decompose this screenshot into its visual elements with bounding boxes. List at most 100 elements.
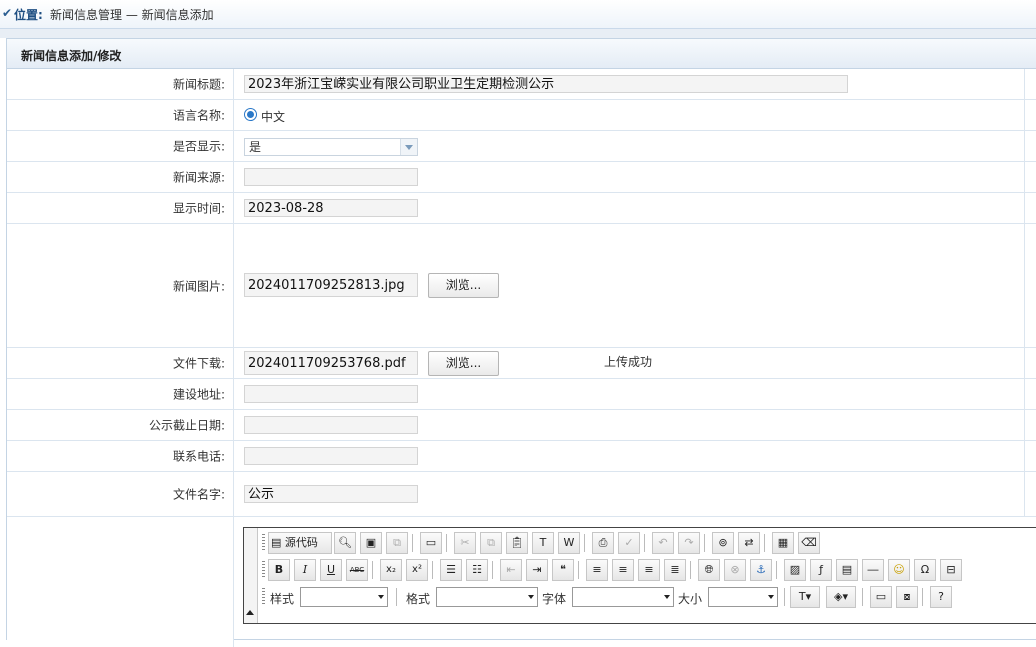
print-icon[interactable]: ⎙ xyxy=(592,532,614,554)
select-all-icon[interactable]: ▦ xyxy=(772,532,794,554)
format-label: 格式 xyxy=(406,592,431,606)
show-blocks-icon[interactable]: ⧇ xyxy=(896,586,918,608)
chevron-down-icon[interactable] xyxy=(400,139,417,155)
show-select-value: 是 xyxy=(249,140,262,154)
toolbar-grip[interactable] xyxy=(262,534,265,552)
panel-header: 新闻信息添加/修改 xyxy=(7,39,1036,69)
toolbar-grip[interactable] xyxy=(262,588,265,606)
location-bar: ✔ 位置: 新闻信息管理 — 新闻信息添加 xyxy=(0,0,1036,29)
size-label: 大小 xyxy=(678,592,703,606)
text-color-icon[interactable]: T▾ xyxy=(790,586,820,608)
replace-icon[interactable]: ⇄ xyxy=(738,532,760,554)
source-input[interactable] xyxy=(244,168,418,186)
link-icon[interactable]: 🌐︎ xyxy=(698,559,720,581)
templates-icon[interactable]: ⧉ xyxy=(386,532,408,554)
smiley-icon[interactable]: ☺ xyxy=(888,559,910,581)
phone-label: 联系电话: xyxy=(172,449,225,464)
row-language: 语言名称: 中文 xyxy=(7,100,1036,131)
subscript-button[interactable]: x₂ xyxy=(380,559,402,581)
row-source: 新闻来源: xyxy=(7,162,1036,193)
file-browse-button[interactable]: 浏览... xyxy=(428,351,499,376)
horizontal-rule-icon[interactable]: ― xyxy=(862,559,884,581)
filename-input[interactable]: 公示 xyxy=(244,485,418,503)
image-label: 新闻图片: xyxy=(172,279,225,293)
preview-icon[interactable]: 🔍︎ xyxy=(334,532,356,554)
date-input[interactable]: 2023-08-28 xyxy=(244,199,418,217)
source-button[interactable]: ▤ 源代码 xyxy=(268,532,332,554)
bold-button[interactable]: B xyxy=(268,559,290,581)
image-file-input[interactable]: 202401170925281​3.jpg xyxy=(244,273,418,297)
row-file: 文件下载: 202401170925376​8.pdf 浏览... 上传成功 xyxy=(7,348,1036,379)
source-label: 新闻来源: xyxy=(172,170,225,185)
copy-icon[interactable]: ⧉ xyxy=(480,532,502,554)
undo-icon[interactable]: ↶ xyxy=(652,532,674,554)
collapse-toolbar-icon[interactable] xyxy=(244,528,258,623)
image-browse-button[interactable]: 浏览... xyxy=(428,273,499,298)
special-char-icon[interactable]: Ω xyxy=(914,559,936,581)
unlink-icon[interactable]: ⊗ xyxy=(724,559,746,581)
style-select[interactable] xyxy=(300,587,388,607)
save-icon[interactable]: ▣ xyxy=(360,532,382,554)
align-center-icon[interactable]: ≡ xyxy=(612,559,634,581)
paste-word-icon[interactable]: W xyxy=(558,532,580,554)
superscript-button[interactable]: x² xyxy=(406,559,428,581)
redo-icon[interactable]: ↷ xyxy=(678,532,700,554)
align-right-icon[interactable]: ≡ xyxy=(638,559,660,581)
deadline-input[interactable] xyxy=(244,416,418,434)
location-label: 位置: xyxy=(14,8,43,22)
size-select[interactable] xyxy=(708,587,778,607)
row-filename: 文件名字: 公示 xyxy=(7,472,1036,517)
page-break-icon[interactable]: ⊟ xyxy=(940,559,962,581)
outdent-icon[interactable]: ⇤ xyxy=(500,559,522,581)
toolbar-row-3: 样式 格式 字体 大小 T▾ ◈▾ ▭ ⧇ ? xyxy=(260,584,1036,610)
file-label: 文件下载: xyxy=(172,356,225,371)
divider xyxy=(0,29,1036,38)
flash-icon[interactable]: ƒ xyxy=(810,559,832,581)
table-icon[interactable]: ▤ xyxy=(836,559,858,581)
remove-format-icon[interactable]: ⌫ xyxy=(798,532,820,554)
align-justify-icon[interactable]: ≣ xyxy=(664,559,686,581)
row-address: 建设地址: xyxy=(7,379,1036,410)
indent-icon[interactable]: ⇥ xyxy=(526,559,548,581)
breadcrumb: 新闻信息管理 — 新闻信息添加 xyxy=(50,8,214,22)
file-input[interactable]: 202401170925376​8.pdf xyxy=(244,351,418,375)
bulleted-list-icon[interactable]: ☷ xyxy=(466,559,488,581)
find-icon[interactable]: ⊚ xyxy=(712,532,734,554)
new-page-icon[interactable]: ▭ xyxy=(420,532,442,554)
font-label: 字体 xyxy=(542,592,567,606)
upload-status: 上传成功 xyxy=(604,355,653,369)
row-phone: 联系电话: xyxy=(7,441,1036,472)
strike-button[interactable]: ABC xyxy=(346,559,368,581)
toolbar-grip[interactable] xyxy=(262,561,265,579)
italic-button[interactable]: I xyxy=(294,559,316,581)
bg-color-icon[interactable]: ◈▾ xyxy=(826,586,856,608)
anchor-icon[interactable]: ⚓ xyxy=(750,559,772,581)
maximize-icon[interactable]: ▭ xyxy=(870,586,892,608)
format-select[interactable] xyxy=(436,587,538,607)
date-label: 显示时间: xyxy=(172,201,225,216)
show-label: 是否显示: xyxy=(172,139,225,154)
toolbar-row-1: ▤ 源代码 🔍︎ ▣ ⧉ ▭ ✂ ⧉ 📋︎ T W ⎙ ✓ ↶ ↷ ⊚ ⇄ ▦ … xyxy=(260,530,1036,556)
show-select[interactable]: 是 xyxy=(244,138,418,156)
filename-label: 文件名字: xyxy=(172,487,225,502)
row-image: 新闻图片: 202401170925281​3.jpg 浏览... xyxy=(7,224,1036,348)
font-select[interactable] xyxy=(572,587,674,607)
numbered-list-icon[interactable]: ☰ xyxy=(440,559,462,581)
language-radio[interactable] xyxy=(244,108,257,121)
style-label: 样式 xyxy=(270,592,295,606)
help-icon[interactable]: ? xyxy=(930,586,952,608)
blockquote-button[interactable]: ❝ xyxy=(552,559,574,581)
language-label: 语言名称: xyxy=(172,108,225,123)
phone-input[interactable] xyxy=(244,447,418,465)
panel-title: 新闻信息添加/修改 xyxy=(21,49,122,63)
underline-button[interactable]: U xyxy=(320,559,342,581)
image-icon[interactable]: ▨ xyxy=(784,559,806,581)
title-input[interactable]: 2023年浙江宝嵘实业有限公司职业卫生定期检测公示 xyxy=(244,75,848,93)
cut-icon[interactable]: ✂ xyxy=(454,532,476,554)
address-input[interactable] xyxy=(244,385,418,403)
spellcheck-icon[interactable]: ✓ xyxy=(618,532,640,554)
toolbar-row-2: B I U ABC x₂ x² ☰ ☷ ⇤ ⇥ ❝ ≡ ≡ ≡ ≣ 🌐︎ ⊗ ⚓… xyxy=(260,557,1036,583)
paste-text-icon[interactable]: T xyxy=(532,532,554,554)
align-left-icon[interactable]: ≡ xyxy=(586,559,608,581)
paste-icon[interactable]: 📋︎ xyxy=(506,532,528,554)
